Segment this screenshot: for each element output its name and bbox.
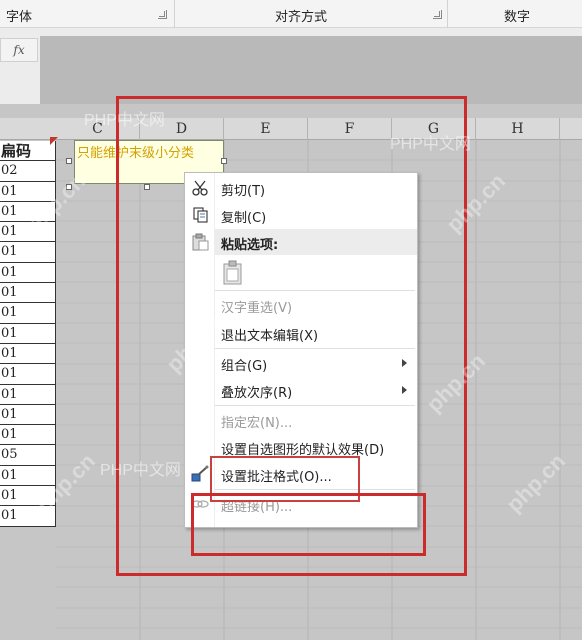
ribbon-group-number: 数字 (448, 0, 582, 28)
table-cell[interactable]: 01 (0, 404, 56, 426)
table-cell[interactable]: 01 (0, 425, 56, 446)
watermark: PHP中文网 (100, 462, 181, 479)
table-cell[interactable]: 05 (0, 445, 56, 466)
formula-bar: fx (0, 28, 582, 104)
table-cell[interactable]: 01 (0, 242, 56, 263)
table-cell[interactable]: 01 (0, 303, 56, 324)
comment-indicator-icon (50, 137, 58, 145)
insert-function-button[interactable]: fx (0, 38, 38, 62)
table-cell[interactable]: 01 (0, 384, 56, 405)
alignment-dialog-launcher-icon[interactable] (433, 10, 442, 19)
table-cell[interactable]: 02 (0, 161, 56, 182)
table-cell[interactable]: 01 (0, 343, 56, 365)
ribbon-group-labels: 字体 对齐方式 数字 (0, 0, 582, 28)
formula-input[interactable] (40, 36, 582, 104)
table-cell[interactable]: 01 (0, 262, 56, 284)
table-cell[interactable]: 01 (0, 283, 56, 304)
column-header-h[interactable]: H (476, 118, 560, 140)
cell-b-header[interactable]: 扁码 (0, 141, 56, 162)
font-dialog-launcher-icon[interactable] (158, 10, 167, 19)
column-header-next[interactable] (560, 118, 582, 140)
table-cell[interactable]: 01 (0, 364, 56, 385)
ribbon-group-font: 字体 (0, 0, 175, 28)
ribbon-group-number-label: 数字 (504, 10, 531, 25)
watermark: PHP中文网 (390, 136, 471, 153)
ribbon-group-font-label: 字体 (6, 10, 33, 25)
ribbon-group-alignment: 对齐方式 (175, 0, 448, 28)
annotation-highlight-lower (191, 493, 426, 556)
table-cell[interactable]: 01 (0, 323, 56, 344)
ribbon-group-alignment-label: 对齐方式 (275, 10, 328, 25)
resize-handle[interactable] (66, 158, 72, 164)
spreadsheet-app: 字体 对齐方式 数字 fx C D E F G H 扁码 02 01 01 01… (0, 0, 582, 640)
watermark: PHP中文网 (84, 112, 165, 129)
